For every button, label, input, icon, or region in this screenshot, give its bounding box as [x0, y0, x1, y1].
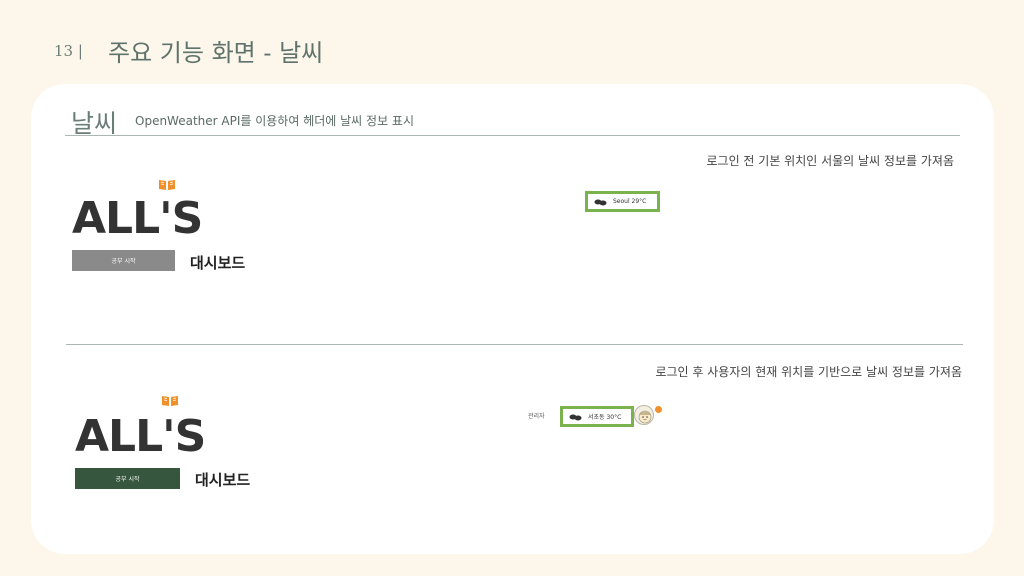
page-number: 13 |: [54, 42, 83, 60]
weather-text: Seoul 29°C: [613, 198, 647, 205]
avatar-icon: [638, 410, 652, 424]
logo-text: ALL'S: [72, 193, 203, 244]
admin-label[interactable]: 관리자: [528, 411, 545, 420]
section-header: 날씨 OpenWeather API를 이용하여 헤더에 날씨 정보 표시: [71, 104, 951, 138]
dashboard-link[interactable]: 대시보드: [190, 252, 245, 273]
logo[interactable]: ALL'S: [75, 396, 206, 462]
cloud-icon: [569, 414, 582, 420]
weather-widget: 서초동 30°C: [560, 406, 634, 427]
logo-text: ALL'S: [75, 411, 206, 462]
section-description: OpenWeather API를 이용하여 헤더에 날씨 정보 표시: [135, 114, 415, 128]
notification-dot-icon: [655, 406, 662, 413]
start-study-button[interactable]: 공부 시작: [75, 468, 180, 489]
book-icon: [162, 396, 178, 406]
caption-after-login: 로그인 후 사용자의 현재 위치를 기반으로 날씨 정보를 가져옴: [655, 365, 962, 379]
logo[interactable]: ALL'S: [72, 180, 203, 244]
weather-widget: Seoul 29°C: [585, 191, 660, 212]
caption-before-login: 로그인 전 기본 위치인 서울의 날씨 정보를 가져옴: [706, 154, 954, 168]
divider: [65, 135, 960, 136]
start-study-button[interactable]: 공부 시작: [72, 250, 175, 271]
content-card: 날씨 OpenWeather API를 이용하여 헤더에 날씨 정보 표시 로그…: [31, 84, 994, 554]
slide-header: 13 | 주요 기능 화면 - 날씨: [52, 30, 452, 70]
book-icon: [159, 180, 175, 190]
avatar[interactable]: [634, 405, 654, 425]
dashboard-link[interactable]: 대시보드: [195, 469, 250, 490]
divider: [66, 344, 963, 345]
weather-text: 서초동 30°C: [588, 414, 622, 421]
page-title: 주요 기능 화면 - 날씨: [108, 39, 324, 67]
cloud-icon: [594, 199, 607, 205]
